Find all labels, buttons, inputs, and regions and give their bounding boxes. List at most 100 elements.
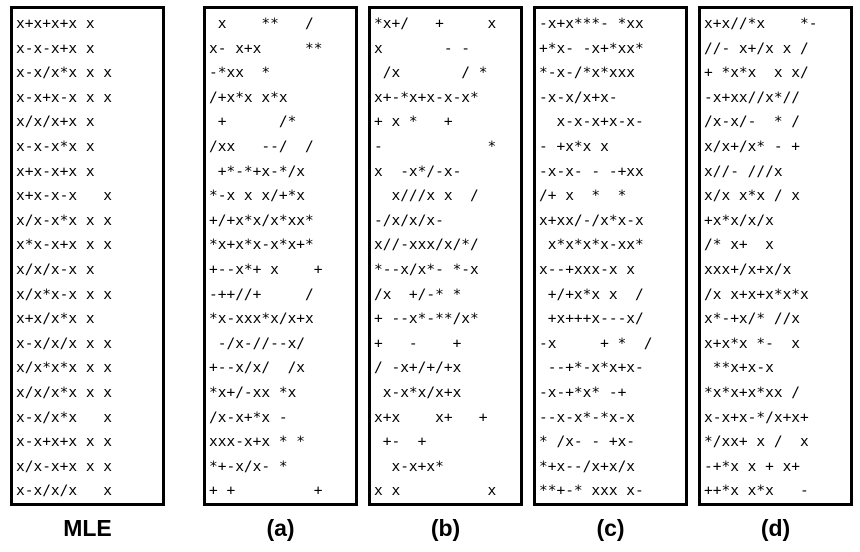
symbol-row: x/x*x*x x x bbox=[16, 360, 113, 377]
caption-a: (a) bbox=[266, 515, 295, 541]
symbol-row: /xx --/ / bbox=[209, 139, 314, 155]
symbol-row: -x-x- - -+xx bbox=[539, 163, 644, 180]
symbol-row: +*-*+x-*/x bbox=[209, 163, 306, 180]
symbol-row: -/x/x/x- bbox=[374, 212, 444, 229]
symbol-row: +/+x*x x / bbox=[539, 286, 644, 303]
symbol-row: +/+x*x/x*xx* bbox=[209, 212, 314, 229]
symbol-row: *x+/ + x bbox=[374, 16, 497, 32]
symbol-row: x+x-x+x x bbox=[16, 163, 95, 180]
symbol-row: + + + bbox=[209, 483, 323, 500]
symbol-row: x-x/x*x x bbox=[16, 409, 113, 426]
symbol-row: //- x+/x x / bbox=[704, 40, 809, 57]
symbol-row: x/x-x+x x x bbox=[16, 458, 113, 475]
symbol-row: / -x+/+/+x bbox=[374, 360, 462, 377]
symbol-row: x-x+x-*/x+x+ bbox=[704, 409, 809, 426]
symbol-row: +- + bbox=[374, 434, 427, 451]
panel-c: -x+x***- *xx +*x- -x+*xx* *-x-/*x*xxx -x-x/… bbox=[533, 6, 688, 506]
symbol-row: +--x*+ x + bbox=[209, 262, 323, 278]
symbol-row: x/x/x+x x bbox=[16, 114, 95, 131]
panel-d: x+x//*x *- //- x+/x x / + *x*x x x/ -x+xx//… bbox=[698, 6, 853, 506]
symbol-row: x/x*x-x x x bbox=[16, 286, 113, 303]
symbol-row: /+ x * * bbox=[539, 188, 627, 205]
symbol-row: /x / * bbox=[374, 65, 488, 82]
symbol-row: x+x+x+x x bbox=[16, 16, 95, 32]
symbol-row: -+*x x + x+ bbox=[704, 458, 801, 475]
symbol-row: -/x-//--x/ bbox=[209, 335, 306, 352]
symbol-row: *x-xxx*x/x+x bbox=[209, 311, 314, 328]
symbol-row: /+x*x x*x bbox=[209, 89, 288, 106]
symbol-row: x+x//*x *- bbox=[704, 16, 818, 32]
symbol-row: -x+xx//x*// bbox=[704, 89, 801, 106]
panel-a: x ** / x- x+x ** -*xx * /+x*x x*x + /* /xx -… bbox=[203, 6, 358, 506]
symbol-row: /x x+x+x*x*x bbox=[704, 286, 809, 303]
symbol-row: ++*x x*x - bbox=[704, 483, 809, 500]
symbol-row: x//- ///x bbox=[704, 163, 783, 180]
symbol-row: /x-x/- * / bbox=[704, 114, 801, 131]
symbol-row: * /x- - +x- bbox=[539, 434, 636, 451]
symbol-row: x*-+x/* //x bbox=[704, 311, 801, 328]
symbol-row: x-x-x*x x bbox=[16, 139, 95, 155]
symbol-row: *+x--/x+x/x bbox=[539, 458, 636, 475]
symbol-row: --+*-x*x+x- bbox=[539, 360, 644, 377]
symbol-row: */xx+ x / x bbox=[704, 434, 809, 451]
symbol-row: x -x*/-x- bbox=[374, 163, 462, 180]
symbol-row: x///x x / bbox=[374, 188, 479, 205]
symbol-row: xxx+/x+x/x bbox=[704, 262, 792, 278]
symbol-row: x/x/x*x x x bbox=[16, 385, 113, 401]
symbol-row: x-x*x/x+x bbox=[374, 385, 462, 401]
symbol-row: x- x+x ** bbox=[209, 40, 323, 57]
symbol-row: + x * + bbox=[374, 114, 453, 131]
symbol-row: x/x x*x / x bbox=[704, 188, 801, 205]
caption-b: (b) bbox=[430, 515, 461, 541]
symbol-row: x--+xxx-x x bbox=[539, 262, 636, 278]
caption-c: (c) bbox=[596, 515, 625, 541]
symbol-row: *x+x*x-x*x+* bbox=[209, 237, 314, 254]
symbol-row: x-x/x/x x x bbox=[16, 335, 113, 352]
symbol-row: -*xx * bbox=[209, 65, 271, 82]
symbol-row: -x+x***- *xx bbox=[539, 16, 644, 32]
panel-b: *x+/ + x x - - /x / * x+-*x+x-x-x* + x * + -… bbox=[368, 6, 523, 506]
symbol-row: x*x-x+x x x bbox=[16, 237, 113, 254]
symbol-row: *x+/-xx *x bbox=[209, 385, 297, 401]
symbol-row: **x+x-x bbox=[704, 360, 774, 377]
symbol-row: x+x/x*x x bbox=[16, 311, 95, 328]
symbol-row: x/x-x*x x x bbox=[16, 212, 113, 229]
symbol-row: *-x-/*x*xxx bbox=[539, 65, 636, 82]
panel-mle: x+x+x+x x x-x-x+x x x-x/x*x x x x-x+x-x x x… bbox=[10, 6, 165, 506]
symbol-row: +--x/x/ /x bbox=[209, 360, 306, 377]
symbol-row: **+-* xxx x- bbox=[539, 483, 644, 500]
symbol-row: x-x/x/x x bbox=[16, 483, 113, 500]
symbol-row: /* x+ x bbox=[704, 237, 774, 254]
symbol-row: x-x-x+x-x- bbox=[539, 114, 644, 131]
symbol-row: + --x*-**/x* bbox=[374, 311, 479, 328]
symbol-row: -x-x/x+x- bbox=[539, 89, 618, 106]
symbol-row: x+x*x *- x bbox=[704, 335, 801, 352]
symbol-row: x+x-x-x x bbox=[16, 188, 113, 205]
symbol-row: *-x x x/+*x bbox=[209, 188, 306, 205]
symbol-row: + - + bbox=[374, 335, 462, 352]
symbol-row: x+x x+ + bbox=[374, 409, 488, 426]
caption-mle: MLE bbox=[63, 515, 112, 541]
symbol-row: -x + * / bbox=[539, 335, 653, 352]
symbol-row: -x-+*x* -+ bbox=[539, 385, 627, 401]
symbol-row: x x x bbox=[374, 483, 497, 500]
symbol-row: - +x*x x bbox=[539, 139, 609, 155]
symbol-row: x ** / bbox=[209, 16, 314, 32]
symbol-row: - * bbox=[374, 139, 497, 155]
symbol-row: x+-*x+x-x-x* bbox=[374, 89, 479, 106]
symbol-row: *+-x/x- * bbox=[209, 458, 288, 475]
symbol-row: x*x*x*x-xx* bbox=[539, 237, 644, 254]
symbol-row: x+xx/-/x*x-x bbox=[539, 212, 644, 229]
symbol-row: x-x+x+x x x bbox=[16, 434, 113, 451]
symbol-row: x-x+x* bbox=[374, 458, 444, 475]
symbol-row: *x*x+x*xx / bbox=[704, 385, 801, 401]
symbol-row: x-x/x*x x x bbox=[16, 65, 113, 82]
symbol-row: + *x*x x x/ bbox=[704, 65, 809, 82]
symbol-row: /x +/-* * bbox=[374, 286, 462, 303]
symbol-row: *--x/x*- *-x bbox=[374, 262, 479, 278]
symbol-row: +x*x/x/x bbox=[704, 212, 774, 229]
symbol-row: x-x+x-x x x bbox=[16, 89, 113, 106]
symbol-row: x-x-x+x x bbox=[16, 40, 95, 57]
symbol-row: x/x/x-x x bbox=[16, 262, 95, 278]
symbol-row: x//-xxx/x/*/ bbox=[374, 237, 479, 254]
